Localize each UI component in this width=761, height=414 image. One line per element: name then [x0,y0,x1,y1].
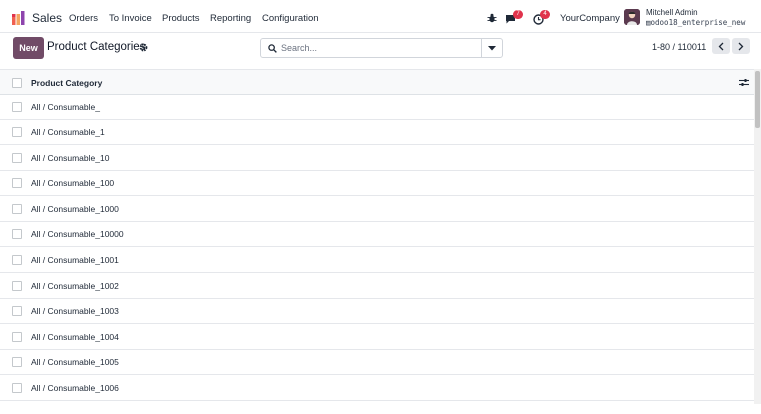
new-button[interactable]: New [13,37,44,59]
row-checkbox[interactable] [12,153,22,163]
table-row[interactable]: All / Consumable_1 [0,120,754,145]
table-row[interactable]: All / Consumable_1003 [0,299,754,324]
page-title[interactable]: Product Categories [47,41,145,53]
pager-previous-button[interactable] [712,38,730,54]
table-row[interactable]: All / Consumable_100 [0,171,754,196]
user-avatar-icon [624,9,640,25]
scrollbar-thumb[interactable] [755,71,760,128]
category-name[interactable]: All / Consumable_1004 [31,332,119,342]
app-name[interactable]: Sales [32,11,62,25]
category-name[interactable]: All / Consumable_1000 [31,204,119,214]
list-scrollbar[interactable] [754,69,761,404]
activities-badge: 4 [540,10,550,19]
search-input[interactable] [281,41,481,55]
row-checkbox[interactable] [12,255,22,265]
column-header-product-category[interactable]: Product Category [31,78,102,88]
chevron-left-icon [718,42,724,50]
table-row[interactable]: All / Consumable_ [0,95,754,120]
menu-to-invoice[interactable]: To Invoice [109,13,152,24]
select-all-checkbox[interactable] [12,78,22,88]
list-header: Product Category [0,69,754,95]
category-name[interactable]: All / Consumable_1005 [31,357,119,367]
row-checkbox[interactable] [12,383,22,393]
activities-button[interactable]: 4 [533,10,553,28]
search-icon [268,44,277,53]
row-checkbox[interactable] [12,229,22,239]
bug-icon[interactable] [487,13,497,23]
main-navbar: Sales Orders To Invoice Products Reporti… [0,3,761,33]
table-row[interactable]: All / Consumable_1006 [0,376,754,401]
avatar[interactable] [624,9,640,25]
table-row[interactable]: All / Consumable_1005 [0,350,754,375]
search-options-toggle[interactable] [481,39,502,57]
table-row[interactable]: All / Consumable_1002 [0,274,754,299]
gear-icon[interactable] [139,43,148,52]
table-row[interactable]: All / Consumable_10000 [0,222,754,247]
category-name[interactable]: All / Consumable_1006 [31,383,119,393]
menu-reporting[interactable]: Reporting [210,13,251,24]
search-bar [260,38,503,58]
messages-button[interactable]: 7 [505,10,525,28]
category-name[interactable]: All / Consumable_1001 [31,255,119,265]
table-row[interactable]: All / Consumable_10 [0,146,754,171]
table-row[interactable]: All / Consumable_1000 [0,197,754,222]
category-name[interactable]: All / Consumable_10000 [31,229,124,239]
user-name[interactable]: Mitchell Admin [646,8,698,17]
row-checkbox[interactable] [12,204,22,214]
menu-orders[interactable]: Orders [69,13,98,24]
sales-app-icon[interactable] [12,10,26,25]
menu-configuration[interactable]: Configuration [262,13,319,24]
row-checkbox[interactable] [12,332,22,342]
category-name[interactable]: All / Consumable_10 [31,153,109,163]
caret-down-icon [488,45,496,50]
category-name[interactable]: All / Consumable_1 [31,127,105,137]
row-checkbox[interactable] [12,127,22,137]
company-switcher[interactable]: YourCompany [560,13,620,24]
table-row[interactable]: All / Consumable_1001 [0,248,754,273]
row-checkbox[interactable] [12,357,22,367]
menu-products[interactable]: Products [162,13,200,24]
pager-next-button[interactable] [732,38,750,54]
table-row[interactable]: All / Consumable_1004 [0,325,754,350]
database-name: ▤odoo18_enterprise_new [646,18,746,27]
category-name[interactable]: All / Consumable_ [31,102,100,112]
row-checkbox[interactable] [12,281,22,291]
messages-badge: 7 [513,10,523,19]
optional-columns-toggle-icon[interactable] [739,78,749,87]
row-checkbox[interactable] [12,102,22,112]
row-checkbox[interactable] [12,178,22,188]
category-name[interactable]: All / Consumable_100 [31,178,114,188]
category-name[interactable]: All / Consumable_1003 [31,306,119,316]
category-name[interactable]: All / Consumable_1002 [31,281,119,291]
row-checkbox[interactable] [12,306,22,316]
pager-value[interactable]: 1-80 / 110011 [652,42,706,52]
chevron-right-icon [738,42,744,50]
